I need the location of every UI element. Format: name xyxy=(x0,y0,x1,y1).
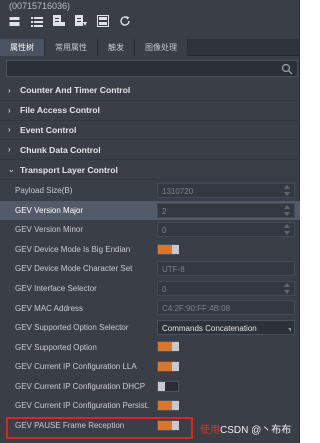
param-row[interactable]: GEV Version Minor 0 xyxy=(0,220,300,240)
param-name: GEV Supported Option xyxy=(15,342,97,352)
param-name: Payload Size(B) xyxy=(15,186,73,196)
value-field[interactable]: UTF-8 xyxy=(157,261,295,277)
toolbar xyxy=(0,12,300,30)
toggle-knob xyxy=(158,381,165,391)
toggle-switch[interactable] xyxy=(157,341,179,353)
watermark-prefix: 使用 xyxy=(200,425,220,436)
param-name: GEV MAC Address xyxy=(15,303,84,313)
toggle-switch[interactable] xyxy=(157,400,179,412)
value-text: 1310720 xyxy=(162,187,194,196)
chevron-right-icon: › xyxy=(8,105,11,115)
toggle-switch[interactable] xyxy=(157,243,179,255)
toggle-fill xyxy=(158,361,172,371)
tab-bar: 属性树 常用属性 触发 图像处理 xyxy=(0,39,300,56)
tab-image-processing[interactable]: 图像处理 xyxy=(135,39,188,56)
category-icon[interactable] xyxy=(52,15,65,28)
category-chunk-data-control[interactable]: › Chunk Data Control xyxy=(0,140,300,161)
tab-property-tree[interactable]: 属性树 xyxy=(0,39,45,56)
value-field[interactable]: 1310720 xyxy=(157,183,295,198)
param-name: GEV Interface Selector xyxy=(15,284,97,293)
param-row[interactable]: GEV Supported Option xyxy=(0,337,300,357)
chevron-right-icon: › xyxy=(8,125,11,135)
value-text: 0 xyxy=(162,226,167,236)
param-name: GEV Device Mode Character Set xyxy=(15,264,133,274)
value-field[interactable]: 0 xyxy=(157,280,295,296)
value-text: UTF-8 xyxy=(162,265,185,275)
param-name: GEV Version Major xyxy=(15,205,84,215)
device-title: (00715716036) xyxy=(9,1,71,11)
toggle-knob xyxy=(172,244,179,254)
toggle-switch[interactable] xyxy=(157,380,179,392)
category-label: Counter And Timer Control xyxy=(20,85,131,96)
search-input[interactable] xyxy=(7,63,297,79)
param-name: GEV Device Mode Is Big Endian xyxy=(15,244,131,254)
tab-common-properties[interactable]: 常用属性 xyxy=(45,39,98,56)
param-row[interactable]: GEV Device Mode Character Set UTF-8 xyxy=(0,259,300,279)
value-text: 0 xyxy=(162,284,167,294)
grid-icon[interactable] xyxy=(8,15,21,28)
highlight-box xyxy=(6,417,193,439)
spinner-arrows-icon[interactable] xyxy=(284,204,290,216)
category-label: Event Control xyxy=(20,124,77,135)
category-label: File Access Control xyxy=(20,105,100,116)
toggle-knob xyxy=(172,401,179,411)
category-sort-icon[interactable] xyxy=(74,15,87,28)
category-file-access-control[interactable]: › File Access Control xyxy=(0,101,300,121)
value-text: C4:2F:90:FF:4B:08 xyxy=(162,304,231,314)
dropdown-arrow-icon[interactable] xyxy=(288,327,291,332)
param-row[interactable]: GEV Current IP Configuration Persist... xyxy=(0,396,300,416)
watermark: 使用CSDN @丶布布 xyxy=(200,421,291,436)
category-event-control[interactable]: › Event Control xyxy=(0,121,300,141)
toggle-knob xyxy=(172,361,179,371)
param-row[interactable]: GEV Current IP Configuration DHCP xyxy=(0,377,300,397)
list-icon[interactable] xyxy=(30,15,43,28)
param-row[interactable]: GEV Supported Option Selector Commands Co… xyxy=(0,318,300,338)
param-row[interactable]: GEV Current IP Configuration LLA xyxy=(0,357,300,377)
category-transport-layer-control[interactable]: ⌄ Transport Layer Control xyxy=(0,160,300,180)
param-name: GEV Current IP Configuration Persist... xyxy=(15,401,150,411)
toggle-fill xyxy=(158,401,172,411)
param-name: GEV Version Minor xyxy=(15,225,84,235)
value-field[interactable]: C4:2F:90:FF:4B:08 xyxy=(157,300,295,316)
chevron-right-icon: › xyxy=(8,145,11,155)
spinner-arrows-icon[interactable] xyxy=(284,282,290,294)
param-row[interactable]: GEV Version Major 2 xyxy=(0,200,300,221)
folder-icon[interactable] xyxy=(96,15,109,28)
toggle-switch[interactable] xyxy=(157,360,179,372)
value-text: Commands Concatenation xyxy=(162,323,257,333)
param-name: GEV Current IP Configuration LLA xyxy=(15,362,137,372)
category-label: Chunk Data Control xyxy=(20,144,101,155)
category-label: Transport Layer Control xyxy=(20,164,118,175)
watermark-text: CSDN @丶布布 xyxy=(220,425,292,436)
spinner-arrows-icon[interactable] xyxy=(284,224,290,236)
chevron-down-icon: ⌄ xyxy=(8,165,15,175)
option-select[interactable]: Commands Concatenation xyxy=(157,319,295,335)
toggle-knob xyxy=(172,342,179,352)
param-row[interactable]: GEV MAC Address C4:2F:90:FF:4B:08 xyxy=(0,298,300,318)
value-field[interactable]: 2 xyxy=(157,202,295,218)
spinner-arrows-icon[interactable] xyxy=(284,185,290,196)
property-panel: (00715716036) 属性树 常用属性 触发 图像处理 › Counter … xyxy=(0,0,300,443)
param-name: GEV Supported Option Selector xyxy=(15,323,129,333)
param-row[interactable]: GEV Interface Selector 0 xyxy=(0,279,300,299)
param-row[interactable]: GEV Device Mode Is Big Endian xyxy=(0,240,300,260)
value-field[interactable]: 0 xyxy=(157,222,295,238)
param-name: GEV Current IP Configuration DHCP xyxy=(15,381,146,391)
search-box xyxy=(6,60,298,79)
toggle-fill xyxy=(158,342,172,352)
toggle-fill xyxy=(158,244,172,254)
param-row[interactable]: Payload Size(B) 1310720 xyxy=(0,181,300,201)
search-icon[interactable] xyxy=(281,63,293,75)
chevron-right-icon: › xyxy=(8,85,11,95)
refresh-icon[interactable] xyxy=(118,15,131,28)
category-counter-and-timer-control[interactable]: › Counter And Timer Control xyxy=(0,81,300,101)
tab-trigger[interactable]: 触发 xyxy=(98,39,135,56)
value-text: 2 xyxy=(162,206,167,216)
